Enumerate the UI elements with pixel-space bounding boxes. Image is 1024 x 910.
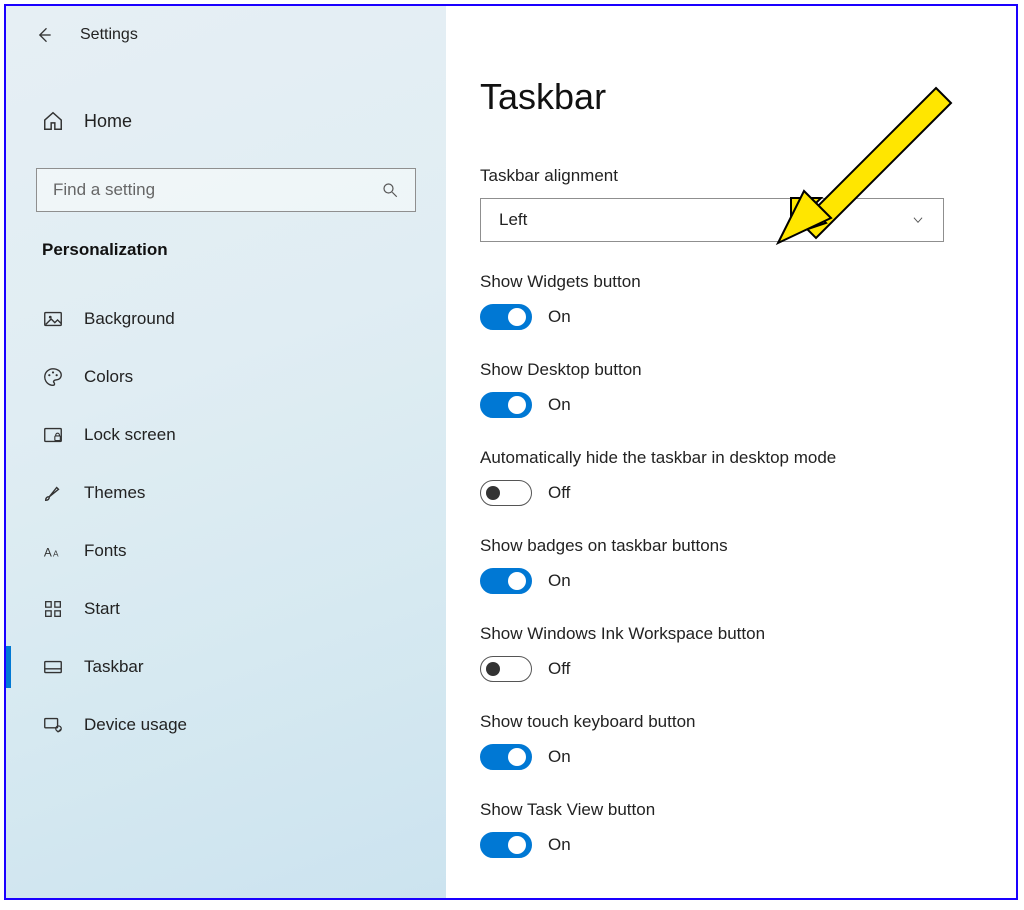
setting-desktop-button: Show Desktop button On <box>480 360 1016 418</box>
category-heading: Personalization <box>42 240 410 260</box>
sidebar-item-themes[interactable]: Themes <box>6 464 446 522</box>
sidebar-item-label: Device usage <box>84 715 187 735</box>
brush-icon <box>42 482 64 504</box>
toggle-state-label: Off <box>548 659 570 679</box>
sidebar: Settings Home Personalization Background <box>6 6 446 898</box>
sidebar-item-deviceusage[interactable]: Device usage <box>6 696 446 754</box>
main-content: Taskbar Taskbar alignment Left Show Widg… <box>446 6 1016 898</box>
toggle-widgets[interactable] <box>480 304 532 330</box>
home-label: Home <box>84 111 132 132</box>
toggle-taskview[interactable] <box>480 832 532 858</box>
toggle-badges[interactable] <box>480 568 532 594</box>
sidebar-item-label: Colors <box>84 367 133 387</box>
setting-badges: Show badges on taskbar buttons On <box>480 536 1016 594</box>
sidebar-item-lockscreen[interactable]: Lock screen <box>6 406 446 464</box>
sidebar-item-label: Start <box>84 599 120 619</box>
toggle-state-label: On <box>548 307 571 327</box>
sidebar-item-start[interactable]: Start <box>6 580 446 638</box>
app-title: Settings <box>80 26 138 44</box>
setting-label: Automatically hide the taskbar in deskto… <box>480 448 1016 468</box>
toggle-state-label: On <box>548 747 571 767</box>
toggle-touch-keyboard[interactable] <box>480 744 532 770</box>
setting-widgets: Show Widgets button On <box>480 272 1016 330</box>
setting-label: Show badges on taskbar buttons <box>480 536 1016 556</box>
sidebar-item-label: Lock screen <box>84 425 176 445</box>
alignment-label: Taskbar alignment <box>480 166 1016 186</box>
toggle-ink[interactable] <box>480 656 532 682</box>
page-title: Taskbar <box>480 76 1016 118</box>
search-icon <box>381 181 399 199</box>
sidebar-item-colors[interactable]: Colors <box>6 348 446 406</box>
start-grid-icon <box>42 598 64 620</box>
dropdown-selected-value: Left <box>499 210 527 230</box>
sidebar-item-taskbar[interactable]: Taskbar <box>6 638 446 696</box>
sidebar-nav: Background Colors Lock screen Themes <box>6 290 446 754</box>
fonts-icon: AA <box>42 540 64 562</box>
taskbar-icon <box>42 656 64 678</box>
sidebar-item-label: Background <box>84 309 175 329</box>
sidebar-item-label: Taskbar <box>84 657 144 677</box>
sidebar-item-fonts[interactable]: AA Fonts <box>6 522 446 580</box>
lock-screen-icon <box>42 424 64 446</box>
setting-ink: Show Windows Ink Workspace button Off <box>480 624 1016 682</box>
search-input[interactable] <box>53 180 381 200</box>
sidebar-item-label: Themes <box>84 483 145 503</box>
toggle-state-label: On <box>548 571 571 591</box>
setting-label: Show Widgets button <box>480 272 1016 292</box>
search-box[interactable] <box>36 168 416 212</box>
setting-label: Show Desktop button <box>480 360 1016 380</box>
toggle-state-label: On <box>548 835 571 855</box>
setting-label: Show Task View button <box>480 800 1016 820</box>
taskbar-alignment-dropdown[interactable]: Left <box>480 198 944 242</box>
toggle-state-label: Off <box>548 483 570 503</box>
sidebar-item-background[interactable]: Background <box>6 290 446 348</box>
home-icon <box>42 110 64 132</box>
setting-alignment: Taskbar alignment Left <box>480 166 1016 242</box>
sidebar-item-label: Fonts <box>84 541 127 561</box>
arrow-left-icon <box>34 25 54 45</box>
device-usage-icon <box>42 714 64 736</box>
svg-text:A: A <box>44 546 52 560</box>
svg-text:A: A <box>53 550 59 559</box>
toggle-autohide[interactable] <box>480 480 532 506</box>
setting-label: Show touch keyboard button <box>480 712 1016 732</box>
back-button[interactable] <box>34 25 54 45</box>
setting-touch-keyboard: Show touch keyboard button On <box>480 712 1016 770</box>
palette-icon <box>42 366 64 388</box>
setting-label: Show Windows Ink Workspace button <box>480 624 1016 644</box>
setting-taskview: Show Task View button On <box>480 800 1016 858</box>
chevron-down-icon <box>911 213 925 227</box>
sidebar-item-home[interactable]: Home <box>6 96 446 146</box>
settings-window: Settings Home Personalization Background <box>4 4 1018 900</box>
picture-icon <box>42 308 64 330</box>
setting-autohide: Automatically hide the taskbar in deskto… <box>480 448 1016 506</box>
toggle-state-label: On <box>548 395 571 415</box>
toggle-desktop-button[interactable] <box>480 392 532 418</box>
titlebar: Settings <box>6 6 446 64</box>
